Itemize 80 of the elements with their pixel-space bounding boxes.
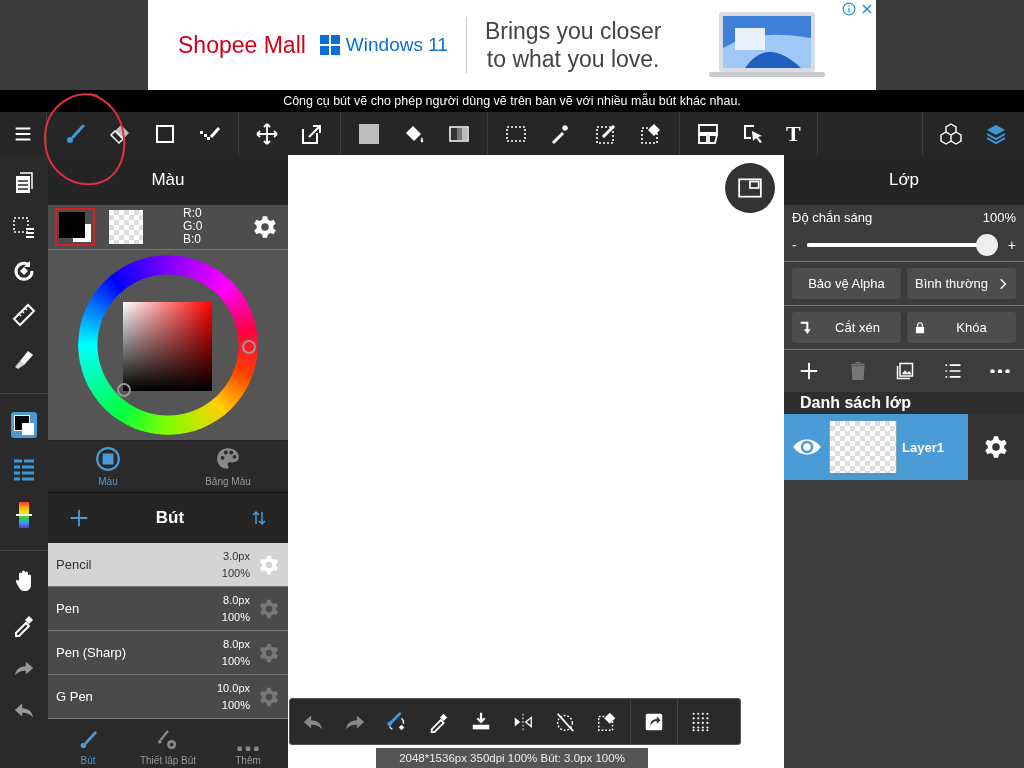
drawing-canvas[interactable] — [288, 155, 784, 768]
decrease-button[interactable]: - — [792, 237, 797, 253]
increase-button[interactable]: + — [1007, 237, 1016, 253]
alpha-protect-button[interactable]: Bảo vệ Alpha — [792, 268, 901, 299]
saturation-square[interactable] — [123, 301, 212, 391]
clip-arrow-icon — [798, 319, 814, 336]
window-toggle-button[interactable] — [725, 163, 775, 213]
selection-eraser-icon[interactable] — [596, 710, 618, 733]
ad-headline: Brings you closer to what you love. — [484, 17, 662, 73]
brush-row[interactable]: Pencil 3.0px 100% — [48, 543, 288, 588]
settings-icon[interactable] — [252, 213, 278, 240]
settings-icon[interactable] — [983, 434, 1009, 460]
windows-logo-icon — [319, 35, 340, 55]
brush-name: Pen (Sharp) — [56, 645, 128, 661]
brush-name: G Pen — [56, 689, 94, 705]
ad-brand: Shopee Mall — [178, 31, 306, 59]
brush-size: 8.0px — [223, 594, 250, 607]
layer-list-title: Danh sách lớp — [784, 392, 1024, 414]
move-icon[interactable] — [255, 121, 279, 146]
fill-color-icon[interactable] — [357, 121, 381, 146]
sort-icon[interactable] — [250, 509, 268, 528]
brush-settings-icon — [157, 729, 179, 751]
ad-product: Windows 11 — [345, 34, 448, 56]
text-tool[interactable]: T — [786, 120, 801, 147]
rgb-values: R:0 G:0 B:0 — [183, 207, 203, 247]
brush-row[interactable]: Pen (Sharp) 8.0px 100% — [48, 631, 288, 676]
brush-opacity: 100% — [221, 567, 250, 580]
more-icon — [237, 745, 259, 751]
panel-title: Bút — [155, 508, 185, 529]
clipping-button[interactable]: Cắt xén — [792, 312, 901, 343]
grid-dots-icon[interactable] — [690, 710, 712, 733]
close-icon[interactable] — [860, 2, 874, 16]
layer-list-icon[interactable] — [12, 458, 36, 482]
panel-tab[interactable]: Bút — [48, 719, 128, 768]
status-label: 2048*1536px 350dpi 100% Bút: 3.0px 100% — [376, 748, 648, 768]
panel-tab[interactable]: Bảng Màu — [168, 440, 288, 493]
panel-tab[interactable]: Thiết lập Bút — [128, 719, 208, 768]
brush-size: 3.0px — [223, 550, 250, 563]
brush-name: Pen — [56, 601, 81, 617]
rotate-icon[interactable] — [12, 259, 36, 283]
info-icon[interactable] — [842, 2, 856, 16]
opacity-label: Độ chắn sáng — [792, 210, 873, 225]
cubes-icon[interactable] — [939, 121, 963, 146]
opacity-value: 100% — [982, 210, 1016, 225]
foreground-color-swatch[interactable] — [55, 207, 95, 246]
slider-thumb[interactable] — [975, 234, 998, 256]
selection-list-icon[interactable] — [12, 215, 36, 239]
color-circle-icon — [95, 446, 121, 473]
panel-tab[interactable]: Thêm — [208, 719, 288, 768]
add-icon[interactable] — [798, 360, 820, 382]
rotate-reset-icon[interactable] — [554, 710, 576, 733]
brush-size: 8.0px — [223, 638, 250, 651]
brush-row[interactable]: Pen 8.0px 100% — [48, 587, 288, 632]
tool-tooltip: Công cụ bút vẽ cho phép người dùng vẽ trên bàn vẽ với nhiều mẫu bút khác nhau. — [0, 90, 1024, 112]
more-icon[interactable] — [990, 368, 1010, 374]
layer-thumbnail — [829, 421, 897, 473]
lock-icon — [913, 320, 927, 335]
color-handle[interactable] — [117, 382, 131, 397]
color-swatch-icon[interactable] — [11, 412, 37, 438]
brush-opacity: 100% — [221, 699, 250, 712]
lock-button[interactable]: Khóa — [907, 312, 1016, 343]
blend-mode-button[interactable]: Bình thường — [907, 268, 1016, 299]
panel-title: Màu — [48, 155, 288, 205]
brush-opacity: 100% — [221, 655, 250, 668]
image-stack-icon[interactable] — [895, 361, 915, 381]
panel-tab[interactable]: Màu — [48, 440, 168, 493]
selection-eraser-icon[interactable] — [639, 121, 663, 146]
brush-size: 10.0px — [216, 682, 250, 695]
eyedropper-icon[interactable] — [12, 613, 36, 637]
brush-name: Pencil — [56, 557, 93, 573]
brush-row[interactable]: G Pen 10.0px 100% — [48, 675, 288, 720]
ruler-icon[interactable] — [12, 303, 36, 327]
layout-icon[interactable] — [696, 121, 720, 146]
hue-handle[interactable] — [242, 339, 256, 354]
ad-banner[interactable]: Shopee Mall Windows 11 Brings you closer to what you love. — [148, 0, 876, 90]
transparent-swatch[interactable] — [109, 209, 143, 244]
window-icon — [737, 175, 763, 201]
brush-opacity: 100% — [221, 611, 250, 624]
panel-title: Lớp — [784, 155, 1024, 205]
color-strip-icon[interactable] — [19, 502, 29, 528]
